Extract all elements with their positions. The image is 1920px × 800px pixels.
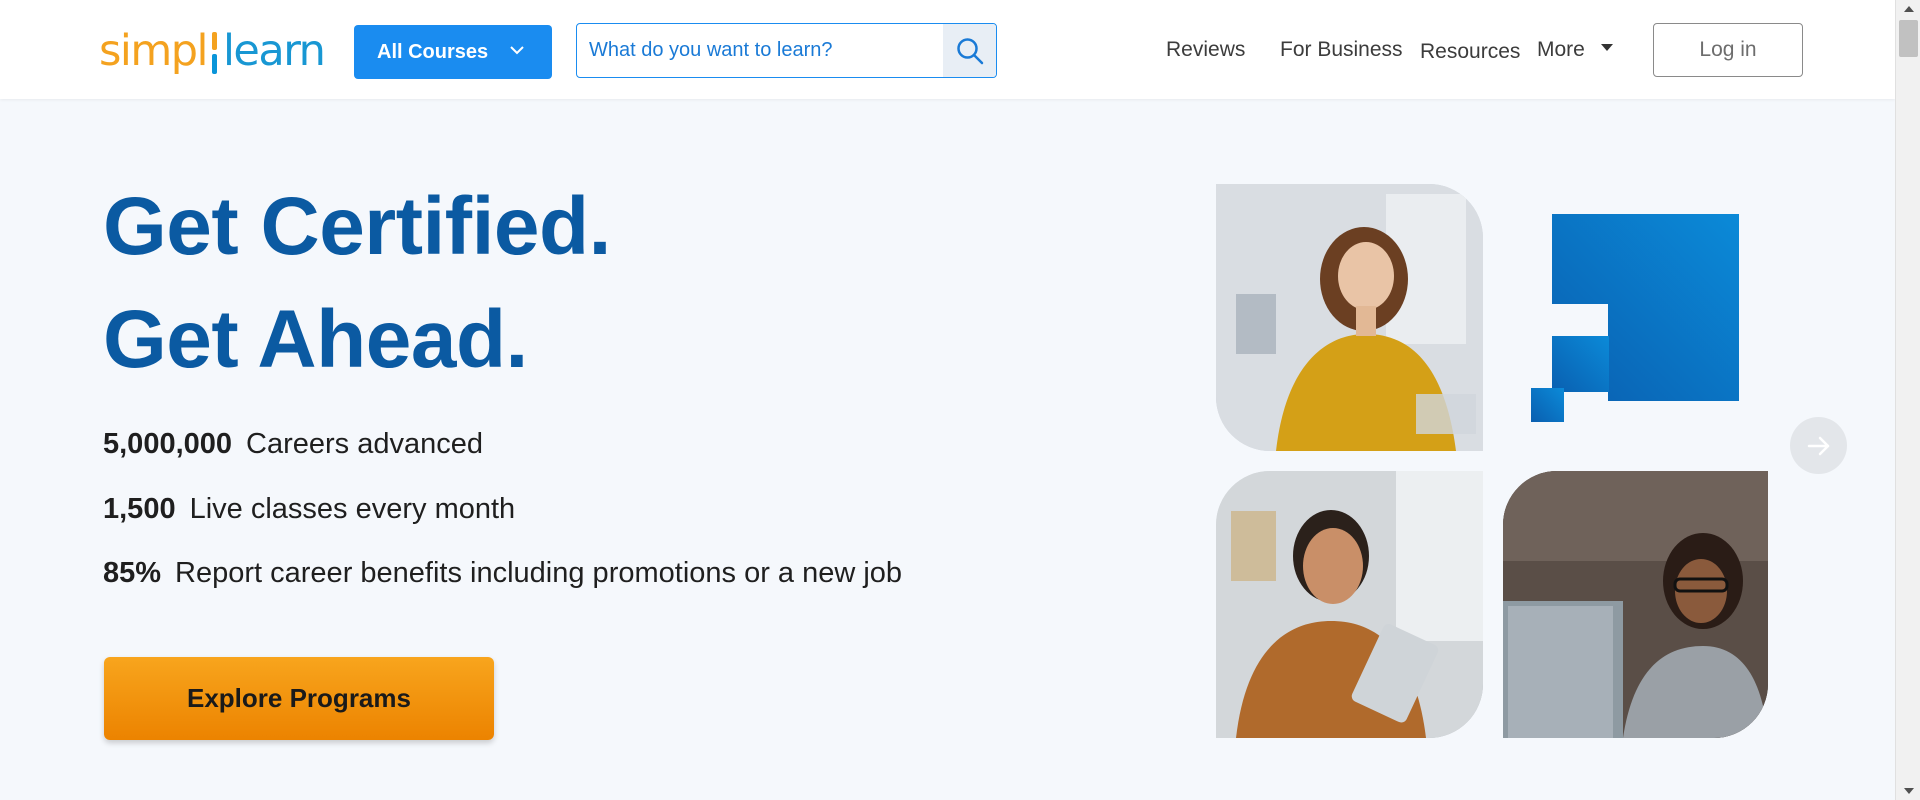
stat-label: Live classes every month	[189, 493, 516, 525]
explore-programs-button[interactable]: Explore Programs	[104, 657, 494, 740]
brand-squares-graphic	[1528, 214, 1739, 422]
search-icon	[956, 37, 983, 64]
nav-resources[interactable]: Resources	[1420, 40, 1520, 64]
nav-reviews[interactable]: Reviews	[1166, 38, 1245, 62]
nav-more-label: More	[1537, 38, 1585, 61]
learner-photo-man-with-tablet	[1216, 471, 1483, 738]
search-bar	[576, 23, 997, 78]
scroll-up-arrow-icon[interactable]	[1896, 0, 1920, 18]
hero-headline-line1: Get Certified.	[103, 181, 611, 272]
stat-value: 1,500	[103, 493, 176, 525]
scroll-down-arrow-icon[interactable]	[1896, 782, 1920, 800]
all-courses-label: All Courses	[377, 40, 489, 63]
logo-text-learn: learn	[222, 26, 326, 76]
learner-photo-woman-at-computer	[1503, 471, 1768, 738]
stat-career-benefits: 85% Report career benefits including prom…	[103, 557, 902, 590]
stat-value: 85%	[103, 557, 162, 589]
stat-careers: 5,000,000 Careers advanced	[103, 428, 483, 461]
stat-label: Careers advanced	[246, 428, 483, 460]
arrow-right-icon	[1807, 436, 1829, 455]
hero-headline-line2: Get Ahead.	[103, 294, 528, 385]
chevron-down-icon	[510, 46, 524, 55]
carousel-next-button[interactable]	[1790, 417, 1847, 474]
logo-separator	[208, 28, 222, 74]
caret-down-icon	[1600, 43, 1613, 51]
simplilearn-logo[interactable]: simpl learn	[99, 24, 326, 78]
search-button[interactable]	[943, 24, 996, 77]
page-scrollbar[interactable]	[1895, 0, 1920, 800]
stat-value: 5,000,000	[103, 428, 233, 460]
nav-more[interactable]: More	[1537, 38, 1613, 62]
stat-live-classes: 1,500 Live classes every month	[103, 493, 515, 526]
nav-for-business[interactable]: For Business	[1280, 38, 1403, 62]
search-input[interactable]	[577, 24, 943, 77]
scrollbar-thumb[interactable]	[1899, 20, 1918, 57]
site-header: simpl learn All Courses Reviews For Busi…	[0, 0, 1895, 99]
login-button[interactable]: Log in	[1653, 23, 1803, 77]
logo-text-simpl: simpl	[99, 26, 208, 76]
learner-photo-woman-yellow-sweater	[1216, 184, 1483, 451]
all-courses-button[interactable]: All Courses	[354, 25, 552, 79]
stat-label: Report career benefits including promoti…	[175, 557, 903, 589]
